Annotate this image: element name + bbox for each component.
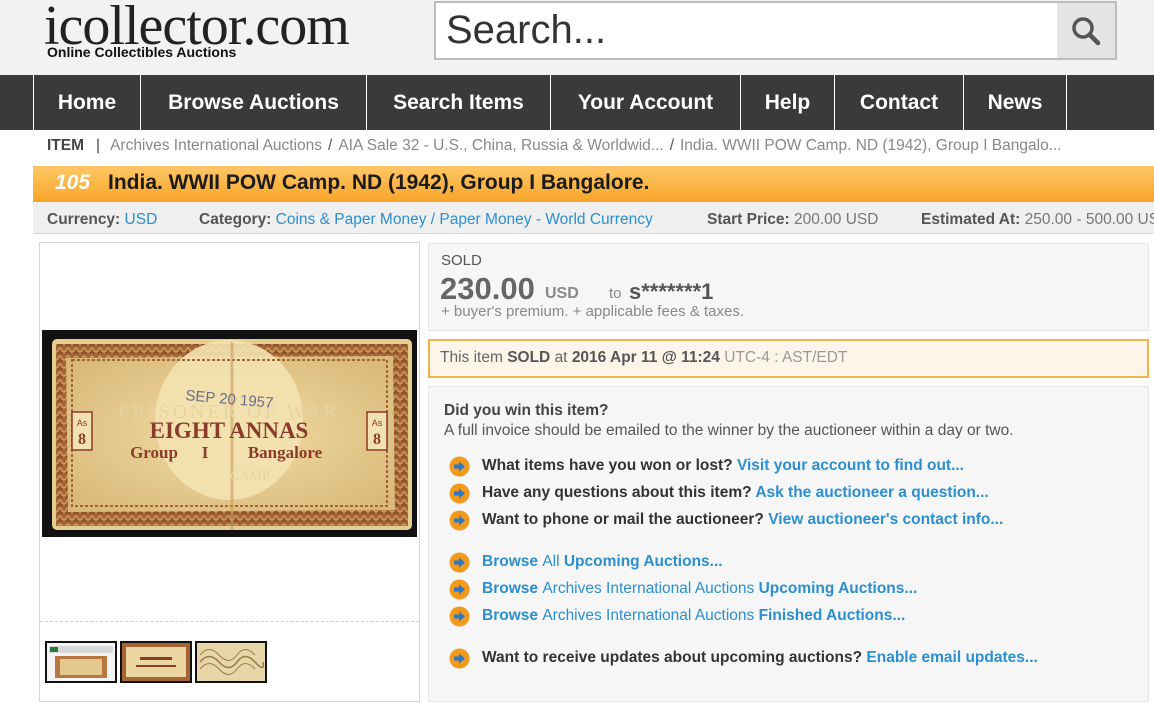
- nav-help[interactable]: Help: [741, 75, 835, 130]
- sold-summary: SOLD 230.00 USD to s*******1 + buyer's p…: [428, 243, 1149, 331]
- browse-word[interactable]: Browse: [482, 553, 538, 570]
- lot-title: India. WWII POW Camp. ND (1942), Group I…: [108, 171, 650, 194]
- category-label: Category:: [199, 211, 272, 228]
- help-subtext: A full invoice should be emailed to the …: [444, 422, 1014, 439]
- start-price-label: Start Price:: [707, 211, 790, 228]
- estimate-info: Estimated At: 250.00 - 500.00 USD: [921, 211, 1154, 229]
- currency-value[interactable]: USD: [125, 211, 158, 228]
- browse-target[interactable]: Upcoming Auctions...: [759, 580, 918, 597]
- banknote-group-word: Group: [130, 443, 178, 462]
- thumbnail-divider: [40, 621, 419, 622]
- banknote-corner-left-unit: As: [77, 418, 88, 428]
- banknote-corner-left-value: 8: [78, 431, 86, 448]
- arrow-right-icon: [449, 579, 470, 600]
- nav-your-account[interactable]: Your Account: [551, 75, 741, 130]
- image-panel: PRISONER OF WAR SEP 20 1957 EIGHT ANNAS …: [39, 242, 420, 702]
- sold-price: 230.00: [440, 271, 535, 306]
- search-icon: [1072, 16, 1101, 45]
- start-price-info: Start Price: 200.00 USD: [707, 211, 878, 229]
- arrow-right-icon: [449, 648, 470, 669]
- banknote-image: PRISONER OF WAR SEP 20 1957 EIGHT ANNAS …: [52, 339, 412, 530]
- notice-prefix: This item: [440, 349, 503, 366]
- thumbnail-2[interactable]: [120, 641, 192, 683]
- browse-word[interactable]: Browse: [482, 607, 538, 624]
- banknote-denomination: EIGHT ANNAS: [150, 418, 309, 443]
- sold-notice: This item SOLD at 2016 Apr 11 @ 11:24 UT…: [428, 339, 1149, 378]
- arrow-right-icon: [449, 483, 470, 504]
- thumbnail-1[interactable]: [45, 641, 117, 683]
- buyer-id: s*******1: [629, 279, 714, 304]
- category-info: Category: Coins & Paper Money / Paper Mo…: [199, 211, 653, 229]
- estimate-value: 250.00 - 500.00 USD: [1024, 211, 1154, 228]
- currency-info: Currency: USD: [47, 211, 157, 229]
- breadcrumb-label: ITEM: [47, 137, 85, 154]
- arrow-right-icon: [449, 552, 470, 573]
- lot-number: 105: [55, 171, 91, 194]
- main-item-image[interactable]: PRISONER OF WAR SEP 20 1957 EIGHT ANNAS …: [42, 330, 417, 537]
- arrow-right-icon: [449, 606, 470, 627]
- breadcrumb: ITEM | Archives International Auctions / AIA…: [47, 137, 1062, 155]
- lot-info-bar: Currency: USD Category: Coins & Paper Mo…: [33, 202, 1154, 234]
- visit-account-link[interactable]: Visit your account to find out...: [737, 457, 964, 474]
- search-bar: [434, 1, 1117, 60]
- main-nav: Home Browse Auctions Search Items Your A…: [0, 75, 1154, 130]
- breadcrumb-separator: /: [328, 137, 333, 154]
- site-header: icollector.com Online Collectibles Aucti…: [0, 0, 1154, 75]
- banknote-place: Bangalore: [248, 443, 323, 462]
- browse-target[interactable]: Finished Auctions...: [759, 607, 906, 624]
- help-row-text: Want to receive updates about upcoming a…: [482, 649, 863, 666]
- search-button[interactable]: [1057, 3, 1115, 58]
- sold-currency: USD: [545, 285, 579, 302]
- arrow-right-icon: [449, 510, 470, 531]
- help-row-text: Want to phone or mail the auctioneer?: [482, 511, 764, 528]
- lot-title-bar: 105 India. WWII POW Camp. ND (1942), Gro…: [33, 166, 1154, 202]
- banknote-corner-right-unit: As: [372, 418, 383, 428]
- currency-label: Currency:: [47, 211, 121, 228]
- site-logo[interactable]: icollector.com Online Collectibles Aucti…: [44, 0, 350, 60]
- thumbnail-3[interactable]: [195, 641, 267, 683]
- help-panel: Did you win this item? A full invoice sh…: [428, 386, 1149, 702]
- nav-browse-auctions[interactable]: Browse Auctions: [141, 75, 367, 130]
- banknote-camp-text: CAMP: [230, 469, 270, 484]
- breadcrumb-item[interactable]: India. WWII POW Camp. ND (1942), Group I…: [680, 137, 1062, 154]
- notice-at: at: [554, 349, 568, 366]
- contact-info-link[interactable]: View auctioneer's contact info...: [768, 511, 1003, 528]
- help-row-text: What items have you won or lost?: [482, 457, 733, 474]
- browse-scope[interactable]: All: [542, 553, 559, 570]
- banknote-group-number: I: [202, 443, 209, 462]
- estimate-label: Estimated At:: [921, 211, 1021, 228]
- browse-scope[interactable]: Archives International Auctions: [542, 607, 754, 624]
- notice-datetime: 2016 Apr 11 @ 11:24: [571, 349, 720, 366]
- breadcrumb-auctioneer[interactable]: Archives International Auctions: [110, 137, 322, 154]
- enable-email-updates-link[interactable]: Enable email updates...: [866, 649, 1037, 666]
- browse-target[interactable]: Upcoming Auctions...: [564, 553, 723, 570]
- ask-auctioneer-link[interactable]: Ask the auctioneer a question...: [755, 484, 988, 501]
- breadcrumb-sale[interactable]: AIA Sale 32 - U.S., China, Russia & Worl…: [338, 137, 663, 154]
- category-link[interactable]: Coins & Paper Money / Paper Money - Worl…: [276, 211, 653, 228]
- breadcrumb-pipe: |: [96, 137, 101, 154]
- nav-home[interactable]: Home: [34, 75, 141, 130]
- arrow-right-icon: [449, 456, 470, 477]
- nav-search-items[interactable]: Search Items: [367, 75, 551, 130]
- logo-tagline: Online Collectibles Auctions: [47, 44, 237, 60]
- sold-to-label: to: [609, 285, 622, 302]
- banknote-corner-right-value: 8: [373, 431, 381, 448]
- start-price-value: 200.00 USD: [794, 211, 879, 228]
- browse-scope[interactable]: Archives International Auctions: [542, 580, 754, 597]
- breadcrumb-separator: /: [669, 137, 674, 154]
- nav-contact[interactable]: Contact: [835, 75, 964, 130]
- search-input[interactable]: [436, 3, 1056, 58]
- sold-status-label: SOLD: [441, 252, 482, 269]
- notice-sold: SOLD: [507, 349, 551, 366]
- browse-word[interactable]: Browse: [482, 580, 538, 597]
- notice-timezone: UTC-4 : AST/EDT: [724, 349, 848, 366]
- nav-news[interactable]: News: [964, 75, 1067, 130]
- fees-note: + buyer's premium. + applicable fees & t…: [441, 303, 745, 320]
- help-question: Did you win this item?: [444, 402, 609, 419]
- help-row-text: Have any questions about this item?: [482, 484, 752, 501]
